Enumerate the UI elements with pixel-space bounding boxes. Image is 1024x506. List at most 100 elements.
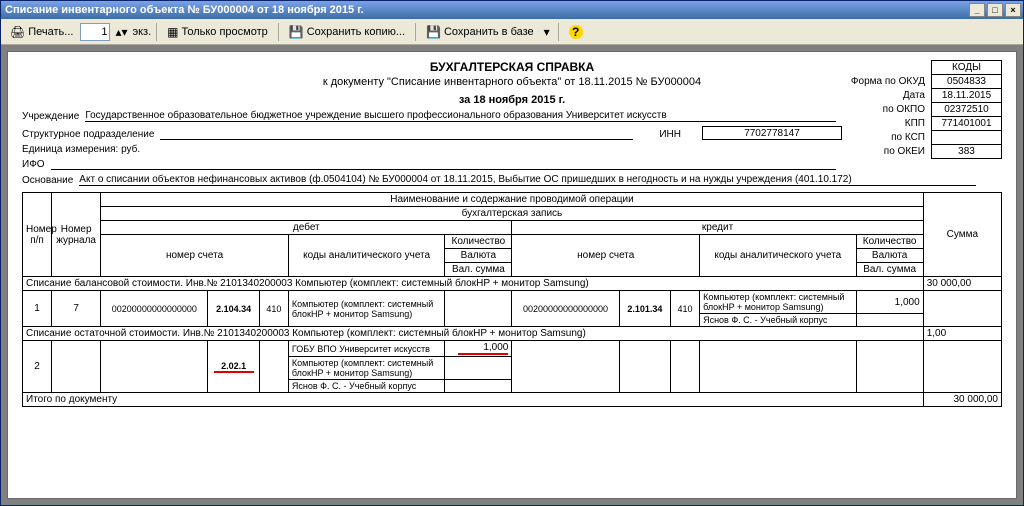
print-button[interactable]: 🖨 Печать... [5,22,78,42]
save-db-options[interactable]: ▾ [541,22,553,42]
cell-sum [923,341,1001,393]
maximize-button[interactable]: □ [987,3,1003,17]
ifo-label: ИФО [22,159,45,170]
col-cred-anal: коды аналитического учета [700,235,856,277]
cell-cred-qty [856,341,923,393]
okpo-value: 02372510 [932,103,1002,117]
okud-label: Форма по ОКУД [847,75,932,89]
copies-input[interactable] [80,23,110,41]
separator [278,23,279,41]
col-debit: дебет [101,221,512,235]
inn-label: ИНН [659,129,681,140]
cell-journal: 7 [52,291,101,327]
ifo-value [51,169,836,170]
help-button[interactable]: ? [564,22,588,42]
cell-deb-acct2: 2.104.34 [208,291,259,327]
save-copy-label: Сохранить копию... [307,26,405,38]
cell-empty [445,380,512,393]
print-label: Печать... [28,26,73,38]
section-2-text: Списание остаточной стоимости. Инв.№ 210… [23,327,924,341]
cell-deb-qty [445,291,512,327]
close-button[interactable]: × [1005,3,1021,17]
date-value: 18.11.2015 [932,89,1002,103]
struct-value [160,139,633,140]
cell-journal [52,341,101,393]
codes-table: КОДЫ Форма по ОКУД0504833 Дата18.11.2015… [847,60,1002,159]
question-icon: ? [569,25,583,39]
col-deb-qty: Количество Валюта Вал. сумма [445,235,512,277]
view-only-label: Только просмотр [181,26,267,38]
cell-deb-qty: 1,000 [445,341,512,357]
ksp-value [932,131,1002,145]
section-1-sum: 30 000,00 [923,277,1001,291]
col-journal: Номер журнала [52,193,101,277]
col-deb-acct: номер счета [101,235,289,277]
section-1-text: Списание балансовой стоимости. Инв.№ 210… [23,277,924,291]
cell-cred-anal [700,341,856,393]
totals-label: Итого по документу [23,393,924,407]
col-op-name: Наименование и содержание проводимой опе… [101,193,923,207]
separator [415,23,416,41]
cell-deb-anal-3: Яснов Ф. С. - Учебный корпус [288,380,444,393]
document-header: КОДЫ Форма по ОКУД0504833 Дата18.11.2015… [22,60,1002,186]
cell-deb-acct [101,341,208,393]
cell-cred-qty: 1,000 [856,291,923,314]
col-cred-qty: Количество Валюта Вал. сумма [856,235,923,277]
okpo-label: по ОКПО [847,103,932,117]
cell-np: 1 [23,291,52,327]
minimize-button[interactable]: _ [969,3,985,17]
document-area: КОДЫ Форма по ОКУД0504833 Дата18.11.2015… [1,45,1023,505]
app-window: Списание инвентарного объекта № БУ000004… [0,0,1024,506]
printer-icon: 🖨 [10,26,25,38]
cell-cred-acct3: 410 [671,291,700,327]
cell-deb-anal-2: Компьютер (комплект: системный блокHP + … [288,357,444,380]
org-label: Учреждение [22,111,79,122]
window-title: Списание инвентарного объекта № БУ000004… [5,4,969,16]
chevron-down-icon: ▾ [544,26,550,38]
unit-label: Единица измерения: руб. [22,144,140,155]
cell-cred-acct3 [671,341,700,393]
cell-deb-anal-1: ГОБУ ВПО Университет искусств [288,341,444,357]
separator [558,23,559,41]
document-scroll[interactable]: КОДЫ Форма по ОКУД0504833 Дата18.11.2015… [7,51,1017,499]
copies-suffix: экз. [132,26,151,38]
date-label: Дата [847,89,932,103]
separator [156,23,157,41]
view-only-button[interactable]: ▦ Только просмотр [162,22,273,42]
totals-row: Итого по документу 30 000,00 [23,393,1002,407]
kpp-label: КПП [847,117,932,131]
cell-cred-anal-top: Компьютер (комплект: системный блокHP + … [700,291,856,314]
org-value: Государственное образовательное бюджетно… [85,110,836,122]
section-2-sum: 1,00 [923,327,1001,341]
copies-spinner[interactable]: ▴▾ [112,22,130,42]
table-icon: ▦ [167,26,178,38]
table-row: 2 2.02.1 ГОБУ ВПО Университет искусств 1… [23,341,1002,357]
save-db-button[interactable]: 💾 Сохранить в базе [421,22,539,42]
cell-deb-anal: Компьютер (комплект: системный блокHP + … [288,291,444,327]
cell-empty [445,357,512,380]
section-2-header: Списание остаточной стоимости. Инв.№ 210… [23,327,1002,341]
codes-header: КОДЫ [932,61,1002,75]
save-copy-button[interactable]: 💾 Сохранить копию... [284,22,410,42]
entries-table: Номер п/п Номер журнала Наименование и с… [22,192,1002,407]
cell-cred-acct: 00200000000000000 [512,291,619,327]
okei-value: 383 [932,145,1002,159]
totals-sum: 30 000,00 [923,393,1001,407]
table-row: 1 7 00200000000000000 2.104.34 410 Компь… [23,291,1002,314]
cell-cred-anal-bot: Яснов Ф. С. - Учебный корпус [700,314,856,327]
inn-value: 7702778147 [702,126,842,140]
db-icon: 💾 [426,26,441,38]
col-buh: бухгалтерская запись [101,207,923,221]
ksp-label: по КСП [847,131,932,145]
cell-deb-acct3 [259,341,288,393]
section-1-header: Списание балансовой стоимости. Инв.№ 210… [23,277,1002,291]
cell-empty [856,314,923,327]
kpp-value: 771401001 [932,117,1002,131]
col-deb-anal: коды аналитического учета [288,235,444,277]
cell-sum [923,291,1001,327]
cell-cred-acct2: 2.101.34 [619,291,670,327]
disk-icon: 💾 [289,26,304,38]
cell-np: 2 [23,341,52,393]
toolbar: 🖨 Печать... ▴▾ экз. ▦ Только просмотр 💾 … [1,19,1023,45]
cell-cred-acct [512,341,619,393]
